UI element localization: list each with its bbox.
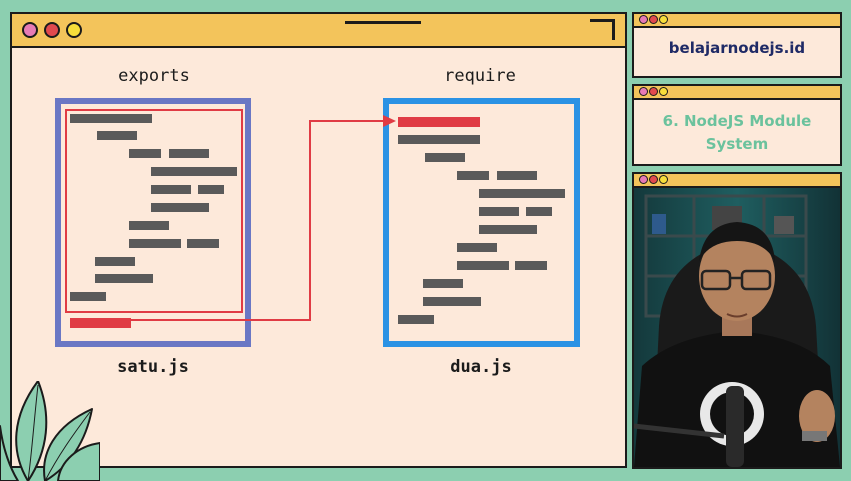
code-line (526, 207, 552, 216)
presenter-video (634, 186, 840, 467)
code-line (169, 149, 209, 158)
code-line (497, 171, 537, 180)
red-dot-icon (649, 175, 658, 184)
dua-js-code-box (383, 98, 580, 347)
main-title-bar (12, 14, 625, 48)
main-window: exports require satu.js dua.js (10, 12, 627, 468)
pink-dot-icon (639, 87, 648, 96)
red-dot-icon (44, 22, 60, 38)
code-line (457, 243, 497, 252)
webcam-window (632, 172, 842, 469)
pink-dot-icon (639, 15, 648, 24)
lesson-title-line1: 6. NodeJS Module (662, 112, 812, 130)
code-line (479, 225, 537, 234)
code-line (129, 149, 161, 158)
code-line (97, 131, 137, 140)
code-line (398, 315, 434, 324)
code-line (423, 279, 463, 288)
site-title: belajarnodejs.id (668, 39, 806, 57)
code-line (425, 153, 465, 162)
pink-dot-icon (22, 22, 38, 38)
lesson-title-window: 6. NodeJS Module System (632, 84, 842, 166)
code-line (187, 239, 219, 248)
require-heading: require (444, 66, 516, 86)
code-line (398, 135, 480, 144)
code-line (515, 261, 547, 270)
code-line (423, 297, 481, 306)
code-line (457, 261, 509, 270)
code-line (198, 185, 224, 194)
dua-js-filename: dua.js (450, 357, 512, 377)
code-line (151, 167, 237, 176)
yellow-dot-icon (659, 175, 668, 184)
yellow-dot-icon (66, 22, 82, 38)
pink-dot-icon (639, 175, 648, 184)
red-dot-icon (649, 15, 658, 24)
code-line (479, 189, 565, 198)
require-line (398, 117, 480, 127)
title-bar-corner-mark (590, 19, 615, 40)
exports-heading: exports (118, 66, 190, 86)
code-line (70, 114, 152, 123)
code-line (95, 257, 135, 266)
yellow-dot-icon (659, 15, 668, 24)
code-line (457, 171, 489, 180)
satu-js-filename: satu.js (117, 357, 189, 377)
site-title-window: belajarnodejs.id (632, 12, 842, 78)
lesson-title-line2: System (705, 135, 769, 153)
code-line (70, 292, 106, 301)
code-line (479, 207, 519, 216)
code-line (129, 239, 181, 248)
code-line (95, 274, 153, 283)
yellow-dot-icon (659, 87, 668, 96)
plant-leaves-decoration (0, 381, 100, 481)
module-exports-line (70, 318, 131, 328)
code-line (151, 203, 209, 212)
code-line (129, 221, 169, 230)
red-dot-icon (649, 87, 658, 96)
code-line (151, 185, 191, 194)
satu-js-code-box (55, 98, 251, 347)
title-bar-line (345, 21, 421, 24)
